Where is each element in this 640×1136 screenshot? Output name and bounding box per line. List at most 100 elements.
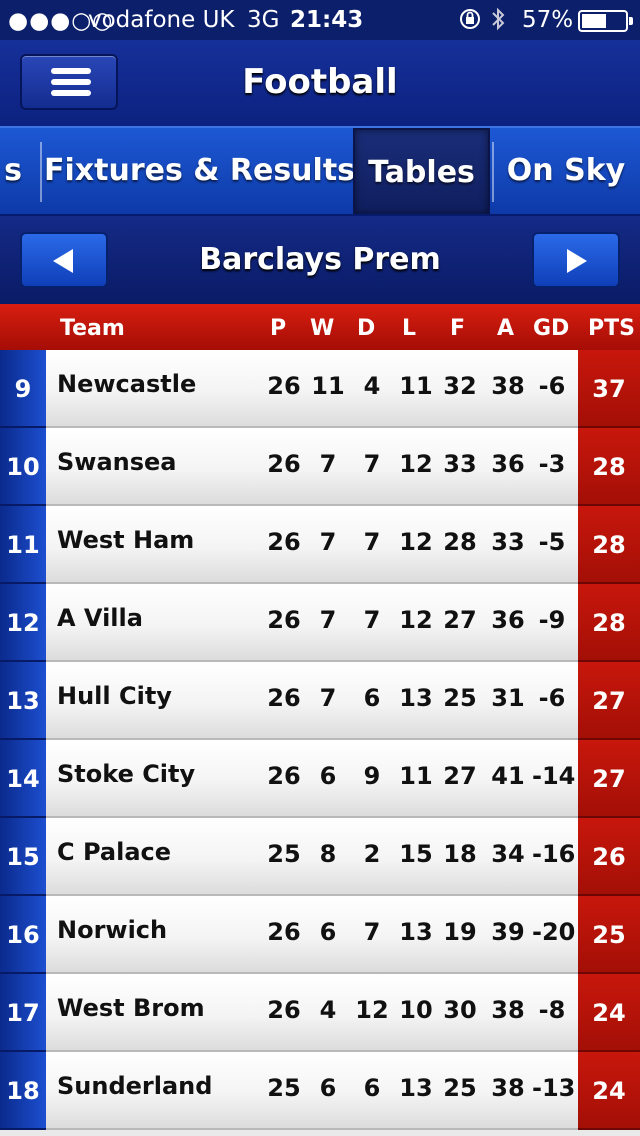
row-goal-difference: -8: [538, 996, 566, 1024]
row-lost: 12: [399, 528, 433, 556]
tab-on-sky[interactable]: On Sky: [496, 128, 636, 214]
table-row[interactable]: 9 Newcastle 26 11 4 11 32 38 -6 37: [0, 350, 640, 428]
row-goal-difference: -13: [532, 1074, 576, 1102]
row-against: 38: [491, 372, 525, 400]
table-row[interactable]: 13 Hull City 26 7 6 13 25 31 -6 27: [0, 662, 640, 740]
row-against: 39: [491, 918, 525, 946]
row-won: 11: [311, 372, 345, 400]
row-against: 33: [491, 528, 525, 556]
row-drawn: 7: [363, 528, 381, 556]
table-row[interactable]: 11 West Ham 26 7 7 12 28 33 -5 28: [0, 506, 640, 584]
row-goal-difference: -20: [532, 918, 576, 946]
col-drawn: D: [357, 316, 376, 341]
row-for: 25: [443, 1074, 477, 1102]
row-won: 7: [319, 528, 337, 556]
row-won: 7: [319, 450, 337, 478]
row-against: 38: [491, 1074, 525, 1102]
next-league-button[interactable]: [532, 232, 620, 288]
app-header: Football: [0, 40, 640, 126]
row-position: 10: [0, 428, 46, 506]
row-goal-difference: -6: [538, 684, 566, 712]
row-drawn: 7: [363, 606, 381, 634]
col-played: P: [270, 316, 287, 341]
row-team: Newcastle: [57, 370, 197, 398]
row-played: 26: [267, 918, 301, 946]
row-drawn: 6: [363, 684, 381, 712]
row-lost: 10: [399, 996, 433, 1024]
row-points: 24: [578, 974, 640, 1052]
row-for: 27: [443, 762, 477, 790]
network-type: 3G: [247, 7, 280, 33]
table-row[interactable]: 17 West Brom 26 4 12 10 30 38 -8 24: [0, 974, 640, 1052]
row-points: 28: [578, 584, 640, 662]
battery-percent: 57%: [522, 7, 574, 33]
row-lost: 12: [399, 450, 433, 478]
row-lost: 13: [399, 684, 433, 712]
carrier-name: vodafone UK: [88, 7, 235, 33]
col-against: A: [497, 316, 515, 341]
row-for: 30: [443, 996, 477, 1024]
row-against: 36: [491, 450, 525, 478]
row-goal-difference: -6: [538, 372, 566, 400]
row-lost: 12: [399, 606, 433, 634]
status-bar: ●●●○○ vodafone UK 3G 21:43 57%: [0, 0, 640, 40]
table-header: Team P W D L F A GD PTS: [0, 304, 640, 350]
row-played: 26: [267, 996, 301, 1024]
table-row[interactable]: 15 C Palace 25 8 2 15 18 34 -16 26: [0, 818, 640, 896]
tab-divider: [40, 142, 42, 202]
col-team: Team: [60, 316, 125, 341]
row-position: 12: [0, 584, 46, 662]
row-for: 33: [443, 450, 477, 478]
row-drawn: 2: [363, 840, 381, 868]
row-against: 41: [491, 762, 525, 790]
table-row[interactable]: 18 Sunderland 25 6 6 13 25 38 -13 24: [0, 1052, 640, 1130]
row-won: 7: [319, 606, 337, 634]
tab-fixtures-results[interactable]: Fixtures & Results: [44, 128, 355, 214]
row-for: 18: [443, 840, 477, 868]
row-lost: 11: [399, 762, 433, 790]
row-team: Sunderland: [57, 1072, 213, 1100]
table-row[interactable]: 16 Norwich 26 6 7 13 19 39 -20 25: [0, 896, 640, 974]
rotation-lock-icon: [458, 7, 482, 37]
table-row[interactable]: 12 A Villa 26 7 7 12 27 36 -9 28: [0, 584, 640, 662]
row-team: West Brom: [57, 994, 205, 1022]
row-points: 27: [578, 662, 640, 740]
row-played: 26: [267, 606, 301, 634]
tab-tables[interactable]: Tables: [353, 128, 490, 214]
row-played: 25: [267, 840, 301, 868]
row-played: 26: [267, 372, 301, 400]
row-played: 26: [267, 762, 301, 790]
table-row[interactable]: 10 Swansea 26 7 7 12 33 36 -3 28: [0, 428, 640, 506]
row-for: 28: [443, 528, 477, 556]
row-points: 37: [578, 350, 640, 428]
row-for: 19: [443, 918, 477, 946]
row-played: 26: [267, 684, 301, 712]
row-team: A Villa: [57, 604, 143, 632]
row-won: 8: [319, 840, 337, 868]
row-points: 28: [578, 506, 640, 584]
row-against: 31: [491, 684, 525, 712]
row-against: 34: [491, 840, 525, 868]
row-position: 16: [0, 896, 46, 974]
row-team: C Palace: [57, 838, 172, 866]
row-drawn: 4: [363, 372, 381, 400]
row-won: 6: [319, 1074, 337, 1102]
row-won: 6: [319, 762, 337, 790]
league-selector: Barclays Prem: [0, 216, 640, 304]
row-won: 6: [319, 918, 337, 946]
row-against: 36: [491, 606, 525, 634]
row-won: 4: [319, 996, 337, 1024]
bluetooth-icon: [490, 6, 506, 38]
table-row[interactable]: 14 Stoke City 26 6 9 11 27 41 -14 27: [0, 740, 640, 818]
battery-icon: [578, 10, 633, 32]
tab-previous-partial[interactable]: s: [0, 128, 34, 214]
row-points: 26: [578, 818, 640, 896]
row-position: 17: [0, 974, 46, 1052]
row-team: West Ham: [57, 526, 195, 554]
row-played: 26: [267, 528, 301, 556]
row-team: Norwich: [57, 916, 168, 944]
row-played: 25: [267, 1074, 301, 1102]
row-position: 18: [0, 1052, 46, 1130]
row-position: 9: [0, 350, 46, 428]
row-played: 26: [267, 450, 301, 478]
